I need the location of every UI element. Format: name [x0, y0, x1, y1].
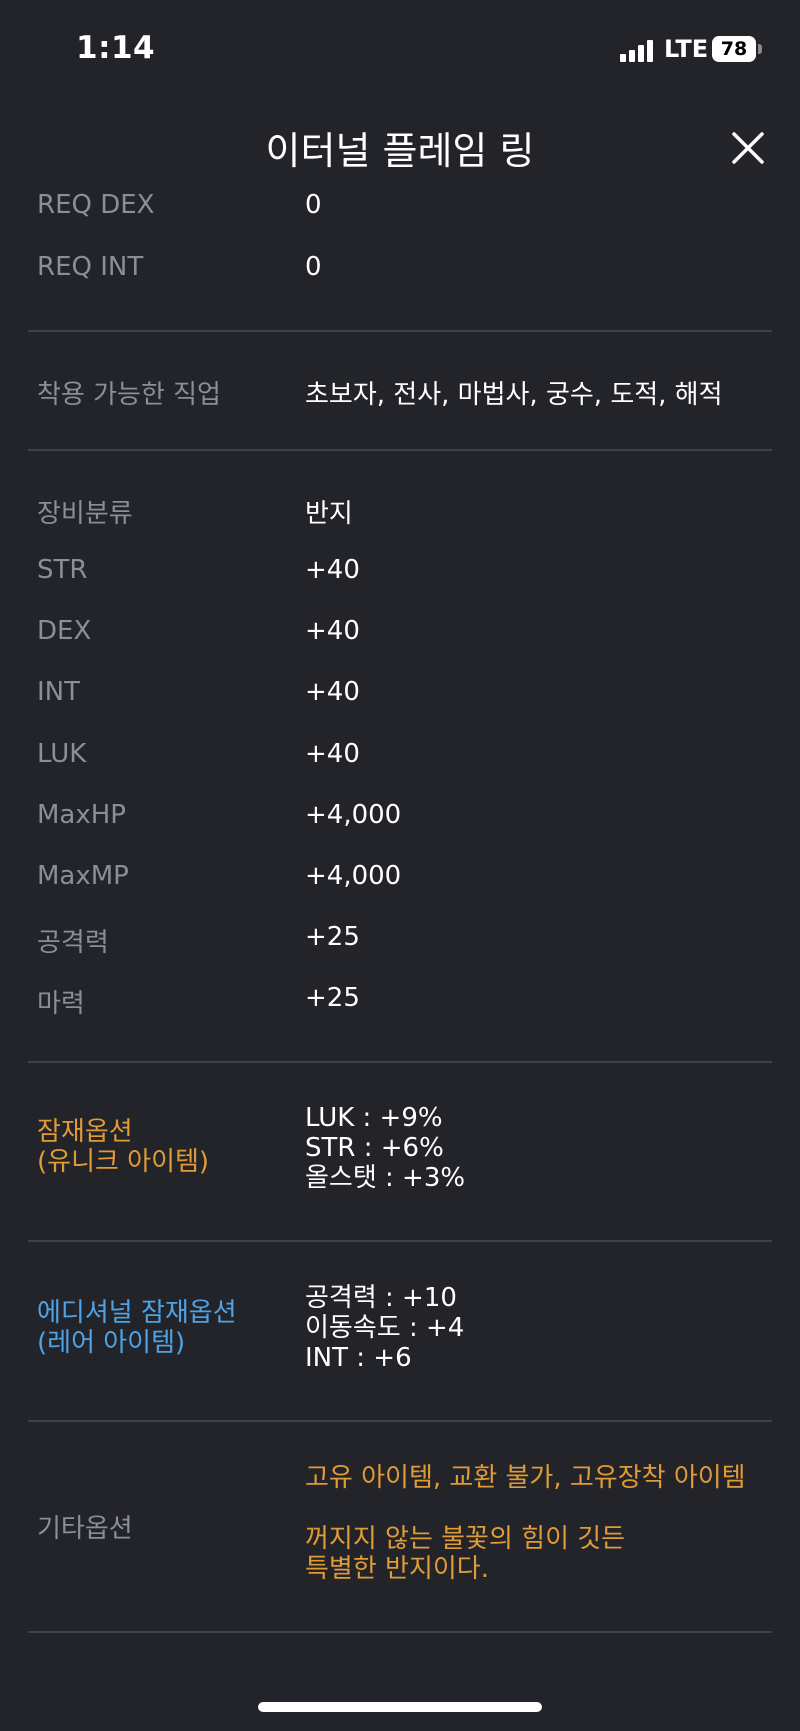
divider — [28, 1061, 772, 1063]
stat-label: 마력 — [37, 989, 85, 1019]
description-line: 특별한 반지이다. — [305, 1554, 489, 1584]
stat-value: +25 — [305, 922, 360, 952]
close-icon — [732, 132, 764, 164]
other-options-line1: 고유 아이템, 교환 불가, 고유장착 아이템 — [305, 1463, 746, 1493]
battery-nub — [758, 44, 762, 54]
additional-potential-label-line1: 에디셔널 잠재옵션 — [37, 1298, 237, 1328]
stat-value: +4,000 — [305, 800, 402, 830]
stat-label: DEX — [37, 616, 92, 646]
req-int-value: 0 — [305, 252, 322, 282]
jobs-label: 착용 가능한 직업 — [37, 380, 221, 410]
additional-potential-line: 이동속도 : +4 — [305, 1313, 465, 1343]
divider — [28, 449, 772, 451]
home-indicator[interactable] — [258, 1702, 542, 1712]
stat-label: INT — [37, 677, 80, 707]
additional-potential-line: INT : +6 — [305, 1343, 412, 1373]
stat-label: LUK — [37, 739, 87, 769]
stat-value: +4,000 — [305, 861, 402, 891]
additional-potential-label: 에디셔널 잠재옵션 (레어 아이템) — [37, 1298, 237, 1358]
stat-value: +40 — [305, 677, 360, 707]
stat-label: STR — [37, 555, 88, 585]
battery-icon: 78 — [712, 36, 756, 62]
potential-line: 올스탯 : +3% — [305, 1163, 466, 1193]
potential-line: STR : +6% — [305, 1133, 444, 1163]
status-bar: 1:14 LTE 78 — [0, 0, 800, 100]
other-options-description: 꺼지지 않는 불꽃의 힘이 깃든 특별한 반지이다. — [305, 1524, 625, 1584]
status-time: 1:14 — [76, 30, 156, 66]
stat-label: MaxHP — [37, 800, 126, 830]
additional-potential-values: 공격력 : +10 이동속도 : +4 INT : +6 — [305, 1283, 464, 1373]
network-type: LTE — [664, 35, 709, 63]
stat-label: MaxMP — [37, 861, 129, 891]
cellular-signal-icon — [620, 38, 658, 62]
stat-value: +40 — [305, 616, 360, 646]
stat-value: 반지 — [305, 499, 353, 529]
stat-label: 장비분류 — [37, 499, 133, 529]
stat-label: 공격력 — [37, 928, 109, 958]
battery-level: 78 — [720, 38, 748, 60]
divider — [28, 330, 772, 332]
divider — [28, 1420, 772, 1422]
other-options-label: 기타옵션 — [37, 1514, 133, 1544]
potential-line: LUK : +9% — [305, 1103, 443, 1133]
additional-potential-label-line2: (레어 아이템) — [37, 1328, 186, 1358]
divider — [28, 1631, 772, 1633]
stat-value: +40 — [305, 555, 360, 585]
close-button[interactable] — [726, 126, 770, 170]
stat-value: +40 — [305, 739, 360, 769]
potential-label-line2: (유니크 아이템) — [37, 1147, 210, 1177]
additional-potential-line: 공격력 : +10 — [305, 1283, 457, 1313]
description-line: 꺼지지 않는 불꽃의 힘이 깃든 — [305, 1524, 626, 1554]
page-title: 이터널 플레임 링 — [265, 129, 535, 173]
potential-label: 잠재옵션 (유니크 아이템) — [37, 1117, 209, 1177]
potential-label-line1: 잠재옵션 — [37, 1117, 133, 1147]
req-dex-label: REQ DEX — [37, 190, 155, 220]
stat-value: +25 — [305, 983, 360, 1013]
req-dex-value: 0 — [305, 190, 322, 220]
divider — [28, 1240, 772, 1242]
jobs-value: 초보자, 전사, 마법사, 궁수, 도적, 해적 — [305, 380, 723, 410]
req-int-label: REQ INT — [37, 252, 144, 282]
potential-values: LUK : +9% STR : +6% 올스탯 : +3% — [305, 1103, 465, 1193]
